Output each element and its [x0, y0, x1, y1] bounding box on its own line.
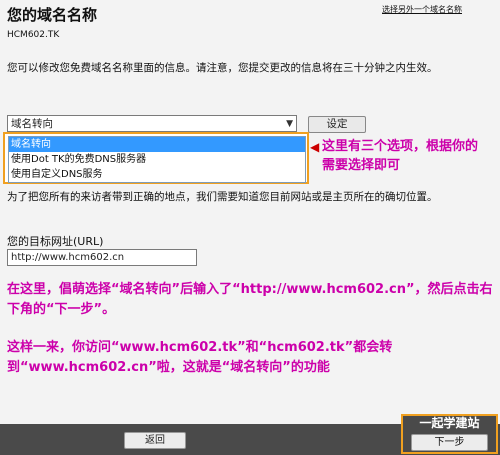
service-options-list: 域名转向 使用Dot TK的免费DNS服务器 使用自定义DNS服务 [8, 136, 306, 183]
page-title: 您的域名名称 [7, 6, 98, 24]
option-custom-dns[interactable]: 使用自定义DNS服务 [9, 167, 305, 182]
next-highlight: 一起学建站 下一步 [401, 414, 498, 454]
arrow-left-icon: ◀ [310, 140, 320, 154]
annotation-result: 这样一来，你访问“www.hcm602.tk”和“hcm602.tk”都会转到“… [7, 340, 393, 375]
option-domain-forward[interactable]: 域名转向 [9, 137, 305, 152]
annotation-steps: 在这里，倡萌选择“域名转向”后输入了“http://www.hcm602.cn”… [7, 282, 493, 317]
service-select[interactable]: 域名转向 ▼ [7, 115, 297, 132]
option-dottk-dns[interactable]: 使用Dot TK的免费DNS服务器 [9, 152, 305, 167]
dropdown-highlight: 域名转向 使用Dot TK的免费DNS服务器 使用自定义DNS服务 [3, 132, 309, 184]
service-select-value: 域名转向 [11, 118, 53, 130]
page: 您的域名名称 选择另外一个域名名称 HCM602.TK 您可以修改您免费域名名称… [0, 0, 500, 455]
set-button[interactable]: 设定 [308, 116, 366, 133]
forward-explanation: 为了把您所有的来访者带到正确的地点，我们需要知道您目前网站或是主页所在的确切位置… [7, 191, 438, 203]
url-label: 您的目标网址(URL) [7, 235, 104, 248]
url-input[interactable]: http://www.hcm602.cn [7, 249, 197, 266]
back-button[interactable]: 返回 [124, 432, 186, 449]
choose-other-domain-link[interactable]: 选择另外一个域名名称 [382, 4, 462, 15]
chevron-down-icon[interactable]: ▼ [286, 116, 293, 133]
watermark: 一起学建站 [419, 416, 480, 430]
intro-text: 您可以修改您免费域名名称里面的信息。请注意，您提交更改的信息将在三十分钟之内生效… [7, 62, 438, 74]
next-button[interactable]: 下一步 [411, 434, 488, 451]
annotation-options: 这里有三个选项，根据你的需要选择即可 [322, 139, 479, 173]
domain-name: HCM602.TK [7, 30, 60, 40]
